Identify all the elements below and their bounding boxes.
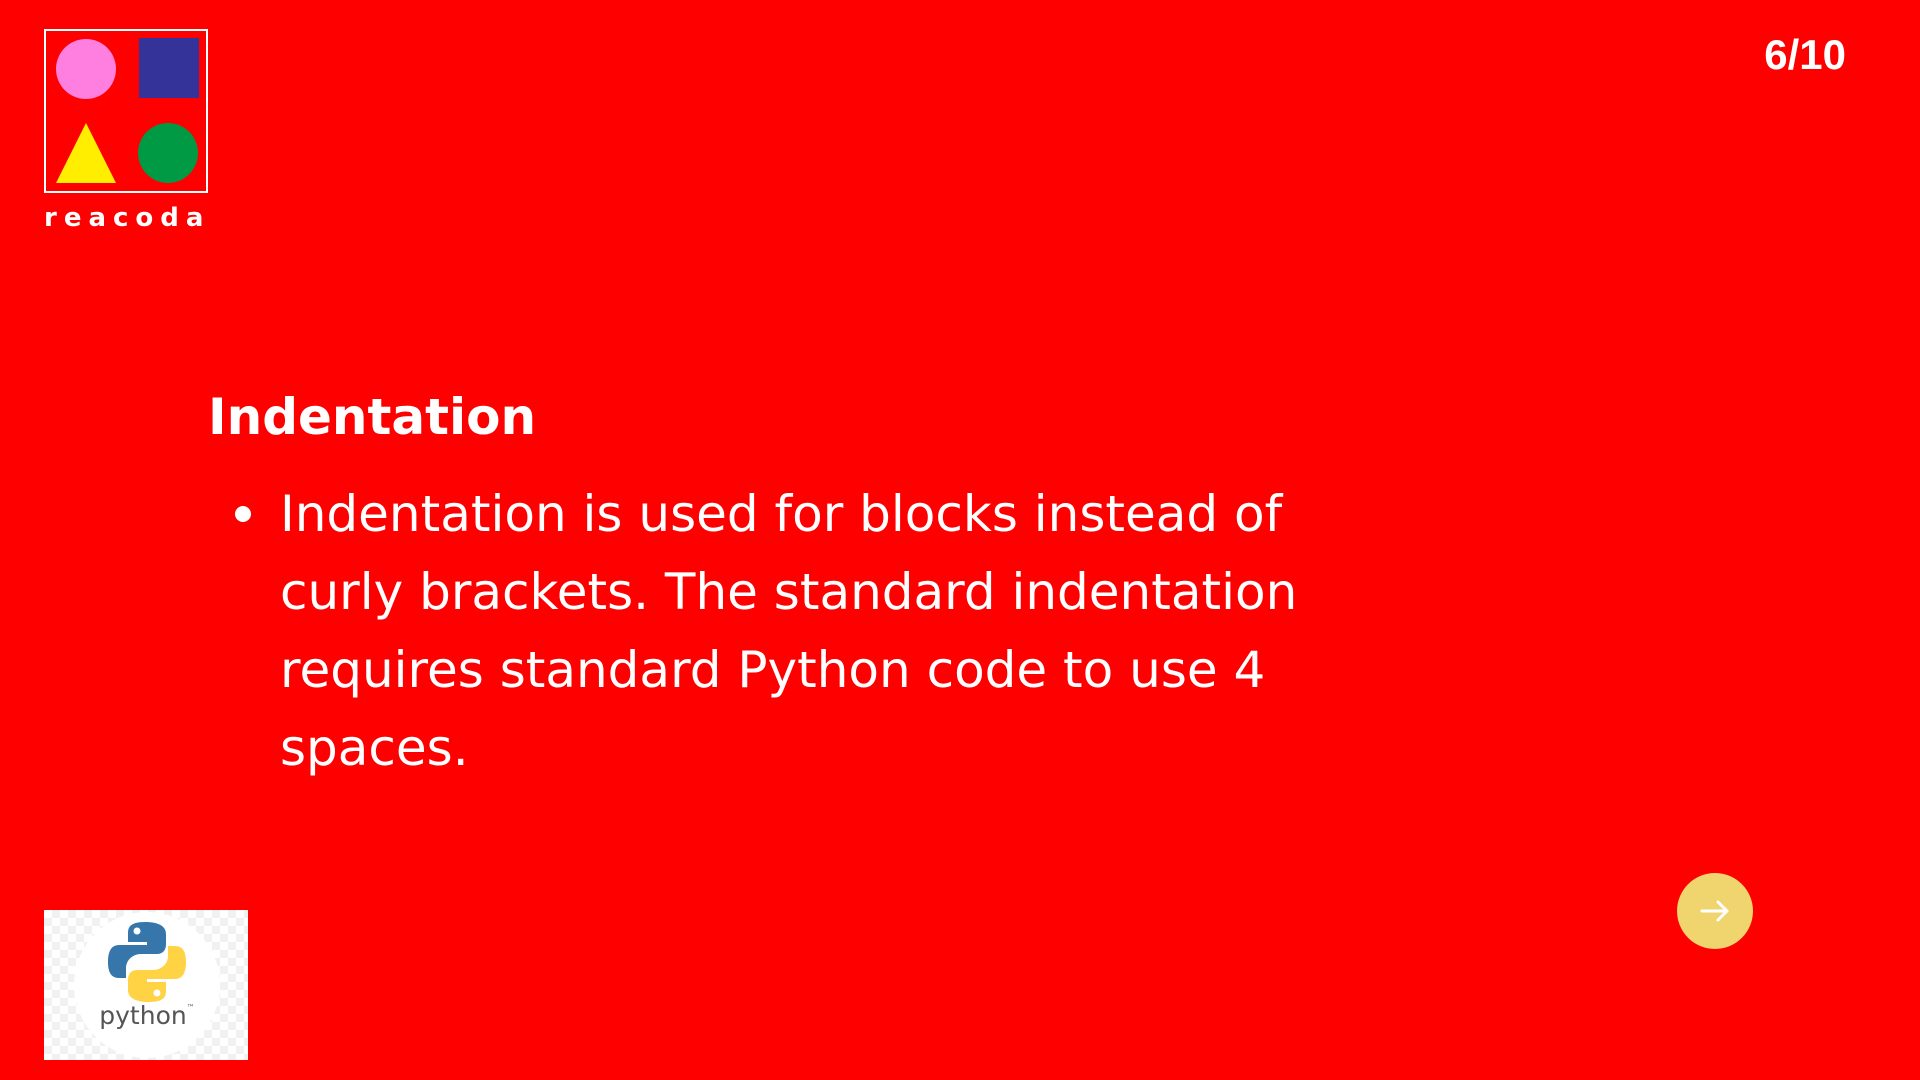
bullet-list: Indentation is used for blocks instead o… [208, 475, 1358, 787]
bullet-dot-icon [235, 506, 251, 522]
arrow-right-icon [1700, 900, 1729, 922]
bullet-item: Indentation is used for blocks instead o… [208, 475, 1320, 787]
reacoda-logo: reacoda [44, 29, 208, 233]
python-logo-circle: python™ [74, 912, 220, 1058]
python-snakes-icon [108, 922, 186, 1002]
logo-shapes-box [44, 29, 208, 193]
green-circle-icon [138, 123, 198, 183]
logo-shapes-icon [56, 38, 199, 183]
next-slide-button[interactable] [1677, 873, 1753, 949]
slide-title: Indentation [208, 388, 537, 446]
slide-content: Indentation Indentation is used for bloc… [208, 385, 1358, 787]
blue-square-icon [139, 38, 199, 98]
python-logo: python™ [44, 910, 248, 1060]
logo-text: reacoda [44, 203, 211, 233]
slide: reacoda 6/10 Indentation Indentation is … [0, 0, 1920, 1080]
yellow-triangle-icon [56, 123, 116, 183]
python-wordmark-text: python [99, 1001, 187, 1030]
page-counter: 6/10 [1764, 31, 1846, 78]
trademark-symbol: ™ [186, 1003, 195, 1012]
bullet-text: Indentation is used for blocks instead o… [280, 485, 1298, 777]
pink-circle-icon [56, 39, 116, 99]
python-wordmark: python™ [74, 1001, 220, 1031]
